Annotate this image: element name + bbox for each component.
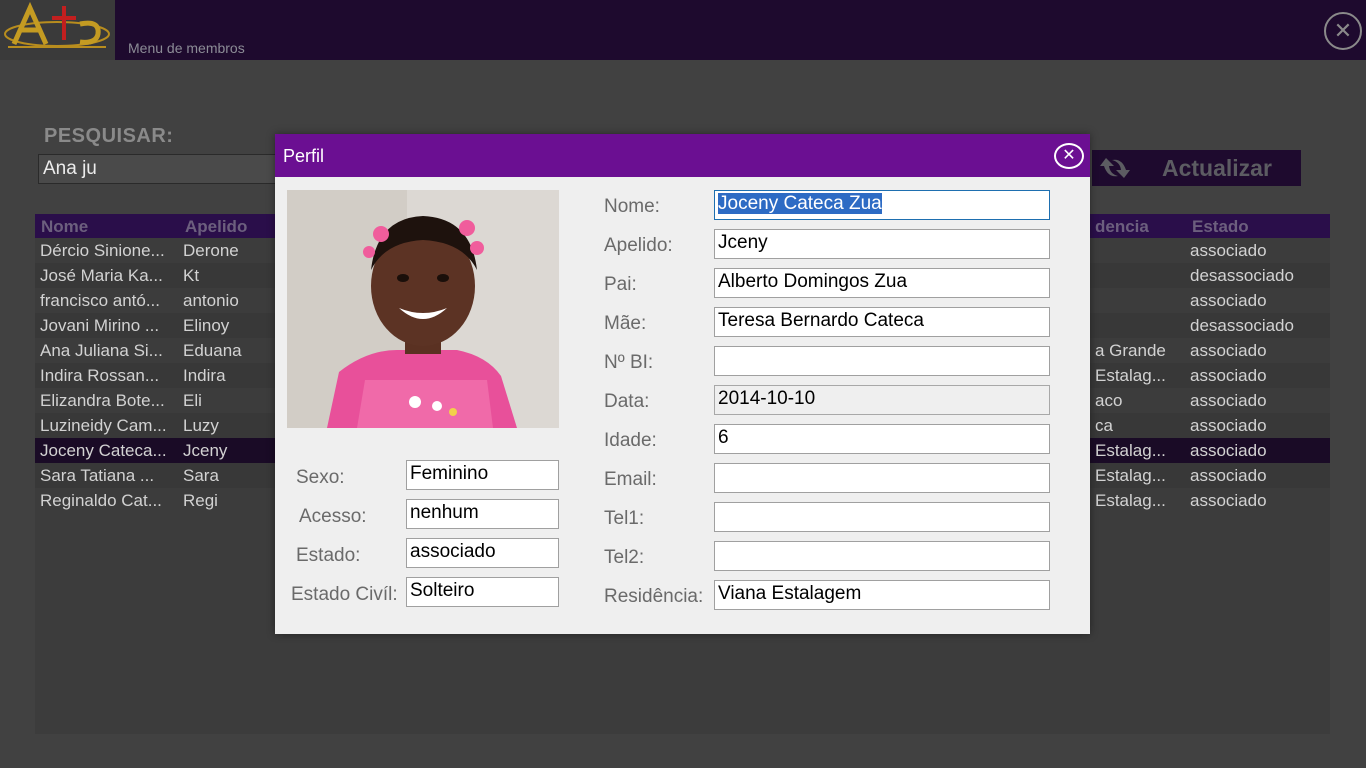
field-value[interactable]	[714, 541, 1050, 571]
field-label: Nome:	[604, 196, 660, 217]
cell-apelido: Luzy	[183, 416, 219, 435]
cell-residencia: ca	[1095, 416, 1113, 435]
field-value[interactable]	[714, 502, 1050, 532]
field-value[interactable]: Alberto Domingos Zua	[714, 268, 1050, 298]
cell-residencia: Estalag...	[1095, 466, 1166, 485]
cell-estado: associado	[1190, 441, 1267, 460]
profile-dialog: Perfil ✕ Sexo: Feminino Acesso: nenhum E…	[275, 134, 1090, 634]
dialog-title: Perfil	[283, 146, 325, 166]
cell-estado: associado	[1190, 291, 1267, 310]
column-header-residencia[interactable]: dencia	[1095, 217, 1149, 237]
field-value[interactable]: 2014-10-10	[714, 385, 1050, 415]
cell-nome: Elizandra Bote...	[40, 391, 165, 410]
cell-estado: associado	[1190, 416, 1267, 435]
cell-apelido: Kt	[183, 266, 200, 285]
field-value[interactable]	[714, 346, 1050, 376]
close-icon[interactable]: ✕	[1054, 143, 1084, 169]
cell-estado: associado	[1190, 466, 1267, 485]
member-photo	[287, 190, 559, 428]
cell-apelido: Regi	[183, 491, 218, 510]
refresh-button[interactable]: Actualizar	[1092, 150, 1301, 186]
cell-estado: associado	[1190, 391, 1267, 410]
field-label: Tel2:	[604, 547, 645, 568]
field-label: Apelido:	[604, 235, 673, 256]
field-label: Pai:	[604, 274, 637, 295]
church-logo	[0, 0, 115, 60]
field-value[interactable]: nenhum	[406, 499, 559, 529]
top-bar: Menu de membros ✕	[0, 0, 1366, 60]
cell-estado: desassociado	[1190, 316, 1294, 335]
field-label: Idade:	[604, 430, 657, 451]
column-header-apelido[interactable]: Apelido	[185, 217, 247, 237]
cell-residencia: Estalag...	[1095, 366, 1166, 385]
field-value[interactable]: Feminino	[406, 460, 559, 490]
search-input[interactable]	[38, 154, 298, 184]
menu-label: Menu de membros	[128, 40, 245, 56]
field-value[interactable]	[714, 463, 1050, 493]
field-value[interactable]: Solteiro	[406, 577, 559, 607]
cell-nome: Sara Tatiana ...	[40, 466, 155, 485]
cell-residencia: aco	[1095, 391, 1123, 410]
cell-estado: associado	[1190, 341, 1267, 360]
cell-estado: associado	[1190, 491, 1267, 510]
cell-nome: Ana Juliana Si...	[40, 341, 163, 360]
column-header-nome[interactable]: Nome	[41, 217, 88, 237]
field-label: Estado Civíl:	[291, 584, 398, 605]
field-value[interactable]: Viana Estalagem	[714, 580, 1050, 610]
cell-residencia: Estalag...	[1095, 441, 1166, 460]
field-label: Tel1:	[604, 508, 645, 529]
cell-nome: Luzineidy Cam...	[40, 416, 167, 435]
field-label: Data:	[604, 391, 650, 412]
cell-nome: Dércio Sinione...	[40, 241, 165, 260]
refresh-icon	[1100, 158, 1130, 178]
cell-residencia: a Grande	[1095, 341, 1166, 360]
search-label: PESQUISAR:	[44, 125, 174, 147]
field-value[interactable]: Jceny	[714, 229, 1050, 259]
cell-estado: associado	[1190, 241, 1267, 260]
cell-nome: Joceny Cateca...	[40, 441, 167, 460]
column-header-estado[interactable]: Estado	[1192, 217, 1249, 237]
cell-apelido: Jceny	[183, 441, 228, 460]
cell-apelido: Eduana	[183, 341, 242, 360]
cell-apelido: Eli	[183, 391, 202, 410]
cell-nome: francisco antó...	[40, 291, 161, 310]
refresh-label: Actualizar	[1162, 155, 1272, 181]
cell-apelido: antonio	[183, 291, 239, 310]
field-value[interactable]: associado	[406, 538, 559, 568]
field-label: Email:	[604, 469, 657, 490]
field-label: Residência:	[604, 586, 704, 607]
field-value[interactable]: 6	[714, 424, 1050, 454]
cell-estado: desassociado	[1190, 266, 1294, 285]
selected-text: Joceny Cateca Zua	[718, 193, 882, 214]
cell-nome: Jovani Mirino ...	[40, 316, 160, 335]
field-label: Sexo:	[296, 467, 345, 488]
close-icon[interactable]: ✕	[1324, 12, 1362, 50]
cell-nome: José Maria Ka...	[40, 266, 163, 285]
cell-apelido: Indira	[183, 366, 226, 385]
field-value[interactable]: Teresa Bernardo Cateca	[714, 307, 1050, 337]
field-label: Estado:	[296, 545, 361, 566]
cell-nome: Indira Rossan...	[40, 366, 160, 385]
field-label: Mãe:	[604, 313, 647, 334]
dialog-header: Perfil ✕	[275, 134, 1090, 177]
cell-apelido: Derone	[183, 241, 239, 260]
field-label: Acesso:	[299, 506, 367, 527]
cell-apelido: Elinoy	[183, 316, 230, 335]
cell-apelido: Sara	[183, 466, 219, 485]
cell-estado: associado	[1190, 366, 1267, 385]
field-label: Nº BI:	[604, 352, 654, 373]
cell-residencia: Estalag...	[1095, 491, 1166, 510]
cell-nome: Reginaldo Cat...	[40, 491, 162, 510]
field-value[interactable]: Joceny Cateca Zua	[714, 190, 1050, 220]
